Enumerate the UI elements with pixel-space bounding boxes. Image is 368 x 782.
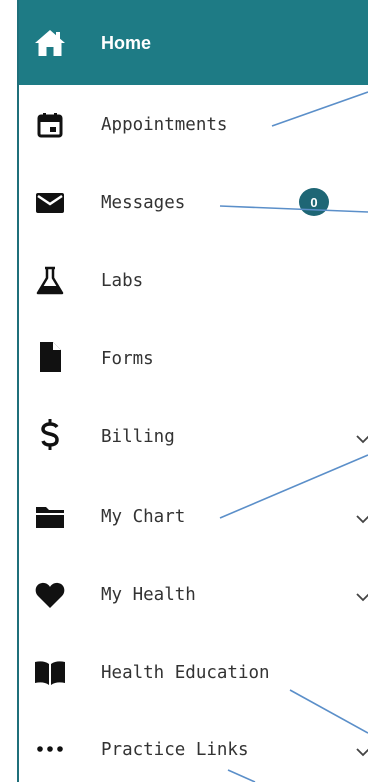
- sidebar-item-billing[interactable]: Billing: [19, 398, 368, 476]
- calendar-icon: [33, 108, 67, 142]
- chevron-down-icon[interactable]: [355, 511, 368, 527]
- chevron-down-icon[interactable]: [355, 744, 368, 760]
- heart-icon: [33, 578, 67, 612]
- sidebar-item-label: Billing: [101, 427, 175, 447]
- dollar-icon: [33, 418, 67, 452]
- sidebar-item-messages[interactable]: Messages 0: [19, 164, 368, 242]
- sidebar-item-my-health[interactable]: My Health: [19, 556, 368, 634]
- chevron-down-icon[interactable]: [355, 589, 368, 605]
- home-icon: [33, 26, 67, 60]
- sidebar-item-label: My Chart: [101, 507, 186, 527]
- sidebar-item-home[interactable]: Home: [19, 0, 368, 85]
- sidebar-item-label: My Health: [101, 585, 196, 605]
- chevron-down-icon[interactable]: [355, 431, 368, 447]
- sidebar-nav: Home Appointments Messages 0 Labs Forms …: [17, 0, 368, 782]
- sidebar-item-label: Home: [101, 33, 152, 53]
- sidebar-item-forms[interactable]: Forms: [19, 320, 368, 398]
- sidebar-item-label: Labs: [101, 271, 144, 291]
- sidebar-item-appointments[interactable]: Appointments: [19, 86, 368, 164]
- folder-icon: [33, 500, 67, 534]
- sidebar-item-my-chart[interactable]: My Chart: [19, 478, 368, 556]
- document-icon: [33, 340, 67, 374]
- unread-count-badge: 0: [299, 188, 329, 216]
- sidebar-item-practice-links[interactable]: Practice Links: [19, 712, 368, 782]
- flask-icon: [33, 264, 67, 298]
- sidebar-item-health-education[interactable]: Health Education: [19, 634, 368, 712]
- sidebar-item-label: Health Education: [101, 663, 270, 683]
- sidebar-item-label: Messages: [101, 193, 186, 213]
- sidebar-item-label: Practice Links: [101, 740, 249, 760]
- sidebar-item-label: Forms: [101, 349, 154, 369]
- ellipsis-icon: [33, 732, 67, 766]
- app-frame: Home Appointments Messages 0 Labs Forms …: [0, 0, 368, 782]
- book-icon: [33, 656, 67, 690]
- envelope-icon: [33, 186, 67, 220]
- sidebar-item-labs[interactable]: Labs: [19, 242, 368, 320]
- sidebar-item-label: Appointments: [101, 115, 228, 135]
